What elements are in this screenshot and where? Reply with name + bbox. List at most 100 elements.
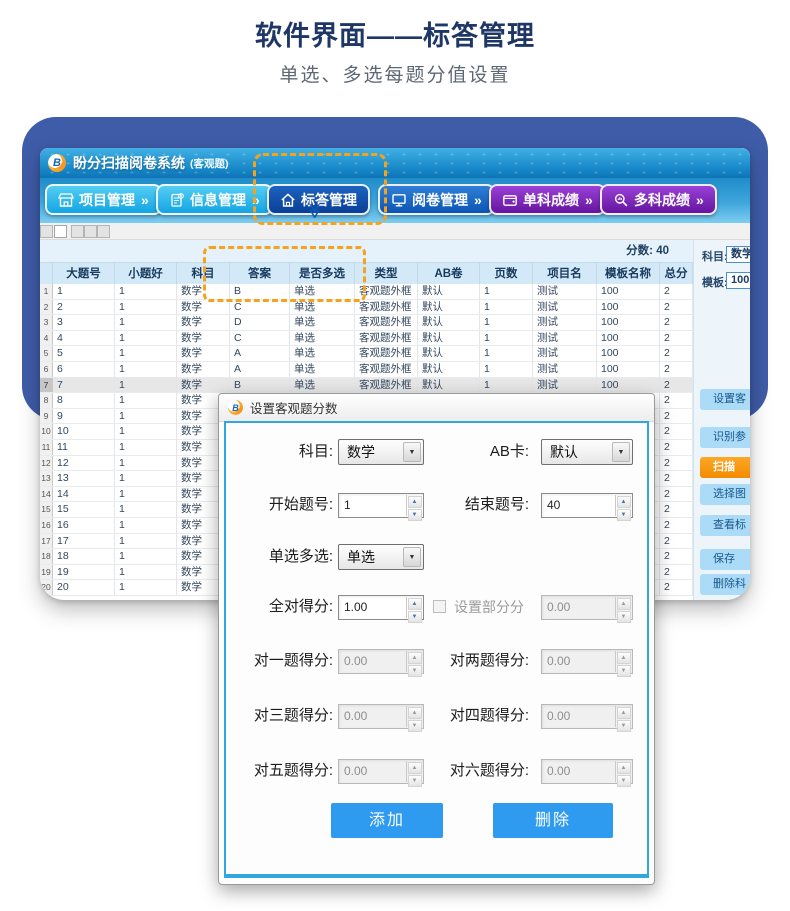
panel-button-4[interactable]: 选择图 (700, 484, 750, 505)
table-header-cell[interactable]: 模板名称 (597, 263, 660, 285)
panel-button-1[interactable]: 设置客 (700, 389, 750, 410)
panel-template-input[interactable]: 100 (726, 272, 750, 289)
chevron-down-icon[interactable]: ▼ (612, 442, 630, 462)
toolbar-square-button[interactable] (71, 225, 84, 238)
chevron-down-icon[interactable]: ▼ (403, 547, 421, 567)
dialog-title: 设置客观题分数 (250, 398, 338, 417)
table-cell: 默认 (418, 362, 480, 377)
table-row[interactable]: 441数学C单选客观题外框默认1测试1002 (40, 331, 693, 347)
table-cell: 数学 (177, 331, 230, 346)
table-row[interactable]: 551数学A单选客观题外框默认1测试1002 (40, 346, 693, 362)
single-multi-select[interactable]: 单选 ▼ (338, 544, 424, 570)
six-correct-label: 对六题得分: (411, 758, 529, 784)
table-row[interactable]: 221数学C单选客观题外框默认1测试1002 (40, 300, 693, 316)
table-header-cell[interactable]: 页数 (480, 263, 533, 285)
panel-button-5[interactable]: 查看标 (700, 515, 750, 536)
spinner-arrows-icon: ▲▼ (615, 597, 631, 618)
row-number-cell: 19 (40, 565, 53, 580)
panel-subject-select[interactable]: 数学 (726, 246, 750, 263)
subject-value: 数学 (347, 440, 375, 464)
table-header-corner (40, 263, 53, 285)
chevron-down-double-icon: ≫ (308, 203, 320, 219)
table-cell: 18 (53, 549, 115, 564)
toolbar-square-button[interactable] (97, 225, 110, 238)
table-cell: 2 (660, 565, 693, 580)
page-title: 软件界面——标答管理 (0, 14, 790, 53)
table-cell: 客观题外框 (355, 362, 418, 377)
store-icon (58, 192, 74, 208)
delete-button[interactable]: 删除 (493, 803, 613, 838)
ab-card-select[interactable]: 默认 ▼ (541, 439, 633, 465)
double-arrow-icon: » (141, 192, 149, 208)
row-number-cell: 11 (40, 440, 53, 455)
table-cell: 客观题外框 (355, 315, 418, 330)
table-cell: 默认 (418, 284, 480, 299)
table-header-cell[interactable]: AB卷 (418, 263, 480, 285)
spinner-arrows-icon[interactable]: ▲▼ (615, 495, 631, 516)
double-arrow-icon: » (585, 192, 593, 208)
row-number-cell: 8 (40, 393, 53, 408)
spinner-arrows-icon[interactable]: ▲▼ (406, 597, 422, 618)
table-cell: 2 (660, 393, 693, 408)
table-cell: 100 (597, 378, 660, 393)
row-number-cell: 7 (40, 378, 53, 393)
full-score-input[interactable]: 1.00 ▲▼ (338, 595, 424, 620)
toolbar-square-button[interactable] (84, 225, 97, 238)
nav-button-6[interactable]: 多科成绩» (600, 184, 717, 215)
table-header-cell[interactable]: 大题号 (53, 263, 115, 285)
table-cell: 2 (660, 331, 693, 346)
two-correct-label: 对两题得分: (411, 648, 529, 674)
table-cell: 数学 (177, 378, 230, 393)
table-header-cell[interactable]: 总分 (660, 263, 693, 285)
nav-button-1[interactable]: 项目管理» (45, 184, 162, 215)
document-icon (169, 192, 185, 208)
table-header-cell[interactable]: 项目名 (533, 263, 597, 285)
panel-button-7[interactable]: 删除科 (700, 574, 750, 595)
table-cell: A (230, 362, 290, 377)
panel-button-3[interactable]: 扫描 (700, 457, 750, 478)
table-header-cell[interactable]: 小题好 (115, 263, 177, 285)
table-cell: 2 (660, 424, 693, 439)
table-cell: 1 (480, 362, 533, 377)
table-cell: 单选 (290, 362, 355, 377)
end-number-input[interactable]: 40 ▲▼ (541, 493, 633, 518)
table-row[interactable]: 111数学B单选客观题外框默认1测试1002 (40, 284, 693, 300)
table-cell: 1 (115, 393, 177, 408)
table-cell: 客观题外框 (355, 331, 418, 346)
nav-button-4[interactable]: 阅卷管理» (378, 184, 495, 215)
table-cell: 2 (660, 300, 693, 315)
table-cell: 17 (53, 534, 115, 549)
row-number-cell: 4 (40, 331, 53, 346)
table-cell: 默认 (418, 346, 480, 361)
table-cell: 1 (115, 487, 177, 502)
add-button[interactable]: 添加 (331, 803, 443, 838)
single-multi-label: 单选多选: (226, 544, 333, 570)
table-row[interactable]: 771数学B单选客观题外框默认1测试1002 (40, 378, 693, 394)
table-row[interactable]: 661数学A单选客观题外框默认1测试1002 (40, 362, 693, 378)
toolbar-square-button-active[interactable] (54, 225, 67, 238)
row-number-cell: 5 (40, 346, 53, 361)
spinner-arrows-icon: ▲▼ (615, 706, 631, 727)
table-cell: 测试 (533, 378, 597, 393)
side-panel: 科目: 数学 模板: 100 设置客识别参扫描选择图查看标保存删除科 扫描仪 选… (693, 240, 750, 600)
row-number-cell: 18 (40, 549, 53, 564)
table-cell: 19 (53, 565, 115, 580)
table-cell: 5 (53, 346, 115, 361)
partial-score-checkbox[interactable] (433, 600, 446, 613)
row-number-cell: 14 (40, 487, 53, 502)
table-cell: 100 (597, 331, 660, 346)
table-cell: 1 (480, 315, 533, 330)
panel-button-2[interactable]: 识别参 (700, 427, 750, 448)
dialog-titlebar: B 设置客观题分数 (219, 394, 654, 422)
window-titlebar: B 盼分扫描阅卷系统 (客观题) (40, 148, 750, 178)
table-cell: 11 (53, 440, 115, 455)
table-cell: 单选 (290, 315, 355, 330)
row-number-cell: 3 (40, 315, 53, 330)
table-row[interactable]: 331数学D单选客观题外框默认1测试1002 (40, 315, 693, 331)
row-number-cell: 17 (40, 534, 53, 549)
nav-button-5[interactable]: 单科成绩» (489, 184, 606, 215)
two-correct-input: 0.00 ▲▼ (541, 649, 633, 674)
table-cell: 1 (480, 331, 533, 346)
panel-button-6[interactable]: 保存 (700, 549, 750, 570)
toolbar-square-button[interactable] (40, 225, 53, 238)
